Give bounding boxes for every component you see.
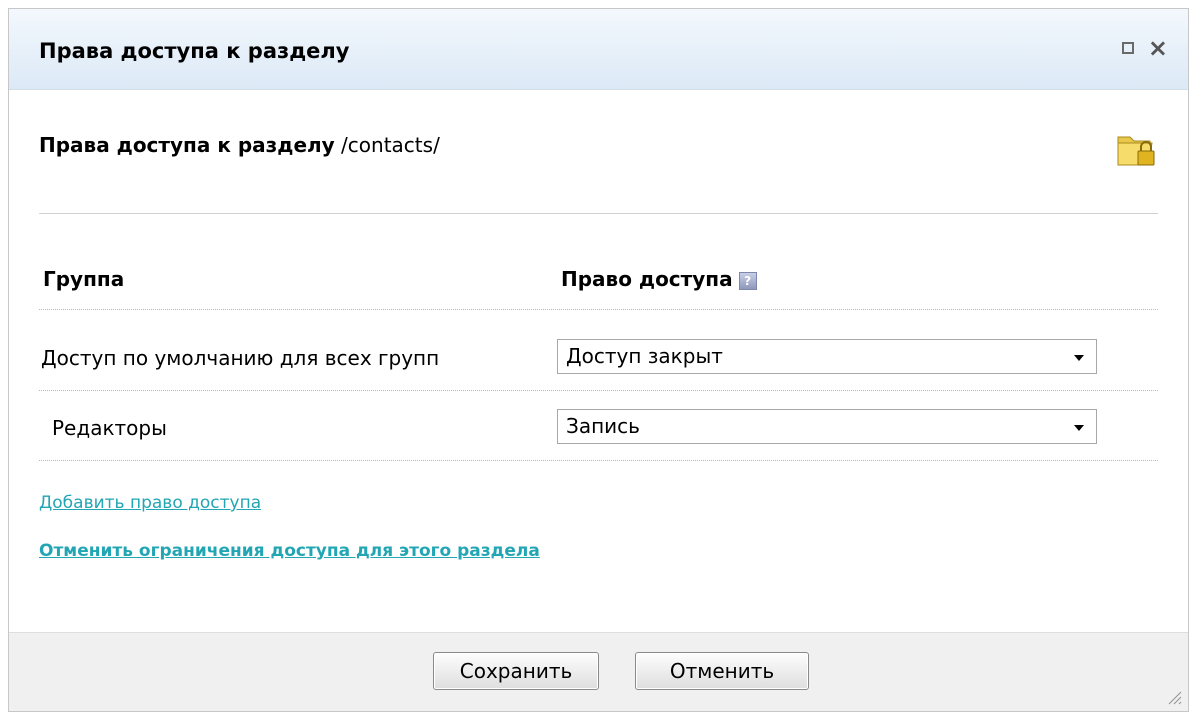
window-buttons: ×: [1121, 36, 1168, 60]
cancel-button[interactable]: Отменить: [635, 652, 809, 690]
resize-grip-icon[interactable]: [1164, 687, 1182, 705]
section-path: /contacts/: [334, 133, 440, 157]
row-divider: [39, 309, 1158, 310]
close-icon[interactable]: ×: [1148, 36, 1168, 60]
dialog-title: Права доступа к разделу: [39, 39, 350, 63]
row-divider: [39, 460, 1158, 461]
column-header-access: Право доступа?: [561, 267, 757, 291]
access-select-value: Запись: [566, 414, 640, 438]
add-access-link[interactable]: Добавить право доступа: [39, 493, 261, 513]
row-divider: [39, 390, 1158, 391]
column-header-access-label: Право доступа: [561, 267, 733, 291]
folder-lock-icon: [1117, 136, 1155, 166]
chevron-down-icon: [1074, 355, 1084, 361]
remove-restrictions-link[interactable]: Отменить ограничения доступа для этого р…: [39, 541, 540, 561]
access-rights-dialog: Права доступа к разделу × Права доступа …: [8, 8, 1189, 712]
chevron-down-icon: [1074, 425, 1084, 431]
dialog-titlebar[interactable]: Права доступа к разделу ×: [9, 9, 1188, 90]
maximize-icon[interactable]: [1121, 42, 1134, 54]
access-select-default[interactable]: Доступ закрыт: [557, 339, 1097, 374]
access-select-value: Доступ закрыт: [566, 344, 723, 368]
access-select-editors[interactable]: Запись: [557, 409, 1097, 444]
column-header-group: Группа: [43, 267, 125, 291]
save-button[interactable]: Сохранить: [433, 652, 599, 690]
dialog-footer: Сохранить Отменить: [9, 632, 1188, 711]
row-group-label: Доступ по умолчанию для всех групп: [41, 346, 440, 370]
separator: [39, 213, 1158, 214]
section-heading: Права доступа к разделу /contacts/: [39, 133, 440, 157]
section-heading-label: Права доступа к разделу: [39, 133, 335, 157]
help-icon[interactable]: ?: [738, 271, 757, 290]
row-group-label: Редакторы: [52, 416, 167, 440]
